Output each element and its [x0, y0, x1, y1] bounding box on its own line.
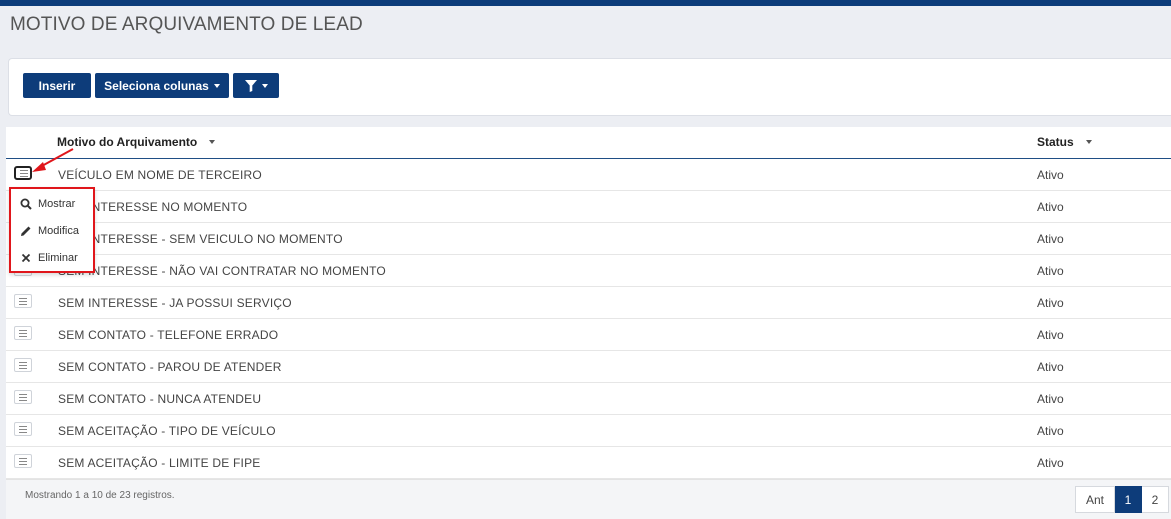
top-bar	[0, 0, 1171, 6]
menu-item-edit-label: Modifica	[38, 225, 79, 237]
select-columns-label: Seleciona colunas	[104, 78, 209, 93]
cell-motivo: SEM CONTATO - TELEFONE ERRADO	[58, 328, 279, 342]
menu-item-show-label: Mostrar	[38, 198, 76, 210]
pagination-page-1[interactable]: 1	[1115, 486, 1142, 513]
table-row: SEM INTERESSE - NÃO VAI CONTRATAR NO MOM…	[6, 255, 1171, 287]
table-row: VEÍCULO EM NOME DE TERCEIRO Ativo	[6, 159, 1171, 191]
table-row: SEM ACEITAÇÃO - TIPO DE VEÍCULO Ativo	[6, 415, 1171, 447]
table-header: Motivo do Arquivamento Status	[6, 127, 1171, 160]
cell-motivo: SEM ACEITAÇÃO - TIPO DE VEÍCULO	[58, 424, 276, 438]
cell-motivo: SEM CONTATO - PAROU DE ATENDER	[58, 360, 282, 374]
pagination-prev[interactable]: Ant	[1075, 486, 1115, 513]
sort-caret-icon	[1085, 140, 1092, 144]
column-header-motivo[interactable]: Motivo do Arquivamento	[57, 135, 216, 149]
cell-motivo: SEM INTERESSE - SEM VEICULO NO MOMENTO	[58, 232, 343, 246]
row-action-menu: Mostrar Modifica Eliminar	[9, 187, 95, 273]
data-table: Motivo do Arquivamento Status VEÍCULO EM…	[6, 127, 1171, 519]
cell-motivo: SEM ACEITAÇÃO - LIMITE DE FIPE	[58, 456, 261, 470]
records-info: Mostrando 1 a 10 de 23 registros.	[25, 490, 175, 501]
menu-item-delete[interactable]: Eliminar	[20, 252, 78, 264]
pagination-page-2[interactable]: 2	[1142, 486, 1169, 513]
cell-status: Ativo	[1037, 264, 1064, 278]
funnel-icon	[244, 79, 257, 92]
cell-status: Ativo	[1037, 360, 1064, 374]
row-menu-icon[interactable]	[14, 326, 32, 340]
row-menu-icon[interactable]	[14, 390, 32, 404]
sort-caret-icon	[209, 140, 216, 144]
row-menu-icon[interactable]	[14, 294, 32, 308]
table-row: SEM INTERESSE NO MOMENTO Ativo	[6, 191, 1171, 223]
pencil-icon	[21, 226, 31, 236]
search-icon	[20, 198, 32, 210]
insert-button[interactable]: Inserir	[23, 73, 91, 98]
row-menu-icon[interactable]	[14, 454, 32, 468]
column-header-status[interactable]: Status	[1037, 135, 1092, 149]
cell-motivo: SEM INTERESSE - NÃO VAI CONTRATAR NO MOM…	[58, 264, 386, 278]
cell-status: Ativo	[1037, 392, 1064, 406]
menu-item-delete-label: Eliminar	[38, 252, 78, 264]
table-row: SEM INTERESSE - JA POSSUI SERVIÇO Ativo	[6, 287, 1171, 319]
cell-motivo: SEM INTERESSE - JA POSSUI SERVIÇO	[58, 296, 292, 310]
page-title: MOTIVO DE ARQUIVAMENTO DE LEAD	[10, 14, 363, 35]
table-row: SEM ACEITAÇÃO - LIMITE DE FIPE Ativo	[6, 447, 1171, 479]
menu-item-edit[interactable]: Modifica	[20, 225, 79, 237]
cell-status: Ativo	[1037, 456, 1064, 470]
toolbar-panel: Inserir Seleciona colunas	[8, 58, 1171, 116]
cell-status: Ativo	[1037, 168, 1064, 182]
table-row: SEM CONTATO - TELEFONE ERRADO Ativo	[6, 319, 1171, 351]
insert-button-label: Inserir	[38, 78, 76, 93]
close-icon	[21, 253, 31, 263]
cell-motivo: SEM CONTATO - NUNCA ATENDEU	[58, 392, 262, 406]
table-row: SEM CONTATO - PAROU DE ATENDER Ativo	[6, 351, 1171, 383]
annotation-arrow	[32, 148, 74, 172]
table-row: SEM INTERESSE - SEM VEICULO NO MOMENTO At…	[6, 223, 1171, 255]
filter-button[interactable]	[233, 73, 279, 98]
menu-item-show[interactable]: Mostrar	[20, 198, 75, 210]
cell-status: Ativo	[1037, 200, 1064, 214]
cell-motivo: VEÍCULO EM NOME DE TERCEIRO	[58, 168, 262, 182]
pagination: Ant 1 2	[1075, 486, 1169, 513]
cell-status: Ativo	[1037, 296, 1064, 310]
chevron-down-icon	[261, 83, 268, 88]
cell-status: Ativo	[1037, 424, 1064, 438]
table-footer: Mostrando 1 a 10 de 23 registros. Ant 1 …	[6, 479, 1171, 519]
cell-status: Ativo	[1037, 328, 1064, 342]
column-header-status-label: Status	[1037, 135, 1074, 149]
row-menu-icon[interactable]	[14, 422, 32, 436]
table-row: SEM CONTATO - NUNCA ATENDEU Ativo	[6, 383, 1171, 415]
chevron-down-icon	[213, 83, 220, 88]
cell-status: Ativo	[1037, 232, 1064, 246]
column-header-motivo-label: Motivo do Arquivamento	[57, 135, 198, 149]
select-columns-button[interactable]: Seleciona colunas	[95, 73, 229, 98]
row-menu-icon[interactable]	[14, 358, 32, 372]
